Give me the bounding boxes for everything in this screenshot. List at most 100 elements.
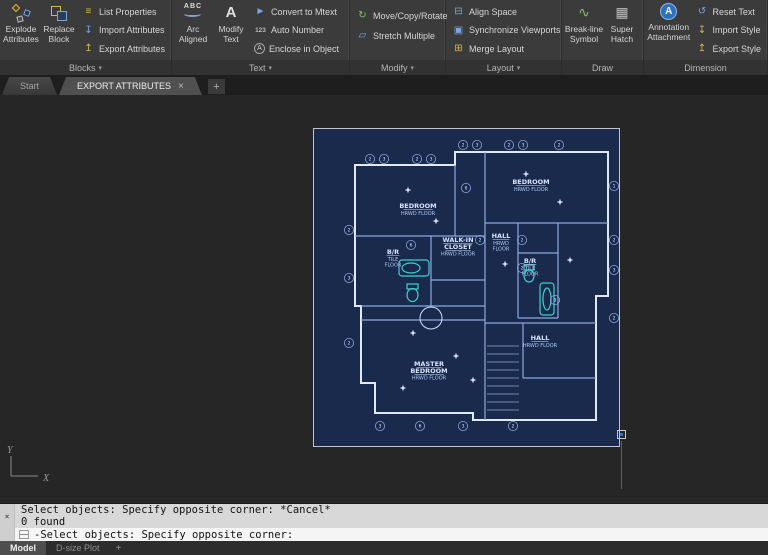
tab-export-attributes[interactable]: EXPORT ATTRIBUTES × (59, 77, 202, 95)
auto-number-icon: 123 (254, 24, 267, 37)
merge-layout-label: Merge Layout (469, 44, 524, 54)
explode-attributes-button[interactable]: Explode Attributes (2, 1, 40, 59)
enclose-in-object-button[interactable]: A Enclose in Object (252, 41, 341, 56)
stretch-multiple-button[interactable]: ▱ Stretch Multiple (354, 28, 450, 43)
import-attributes-button[interactable]: ↧ Import Attributes (80, 23, 167, 38)
svg-text:HRWD FLOOR: HRWD FLOOR (441, 252, 476, 258)
reset-text-label: Reset Text (712, 7, 754, 17)
enclose-in-object-label: Enclose in Object (269, 44, 339, 54)
svg-text:3: 3 (522, 143, 525, 149)
annotation-attachment-label-2: Attachment (647, 33, 690, 43)
align-space-button[interactable]: ⊟ Align Space (450, 4, 562, 19)
annotation-attachment-button[interactable]: A Annotation Attachment (646, 1, 691, 59)
svg-text:BEDROOM: BEDROOM (399, 202, 436, 210)
panel-label-modify-text: Modify (381, 63, 408, 73)
panel-label-draw-text: Draw (592, 63, 613, 73)
command-history-line-2: 0 found (21, 516, 768, 528)
svg-text:HALL: HALL (492, 232, 511, 240)
svg-text:FLOOR: FLOOR (385, 262, 402, 268)
list-properties-button[interactable]: ≡ List Properties (80, 4, 167, 19)
merge-layout-button[interactable]: ⊞ Merge Layout (450, 41, 562, 56)
ribbon-panel-modify: ↻ Move/Copy/Rotate ▱ Stretch Multiple Mo… (350, 0, 446, 75)
crosshair-line (621, 441, 622, 489)
svg-text:FLOOR: FLOOR (493, 246, 510, 252)
panel-label-draw[interactable]: Draw (562, 60, 643, 75)
move-copy-rotate-button[interactable]: ↻ Move/Copy/Rotate (354, 8, 450, 23)
stretch-multiple-label: Stretch Multiple (373, 31, 435, 41)
list-properties-label: List Properties (99, 7, 157, 17)
command-input-row[interactable]: -Select objects: Specify opposite corner… (15, 528, 768, 541)
svg-text:HRWD FLOOR: HRWD FLOOR (514, 187, 549, 193)
svg-text:2: 2 (508, 143, 511, 149)
modify-text-button[interactable]: A Modify Text (212, 1, 250, 59)
drawing-area[interactable]: BEDROOMHRWD FLOORBEDROOMHRWD FLOORWALK-I… (0, 95, 768, 503)
reset-text-button[interactable]: ↺ Reset Text (693, 4, 763, 19)
panel-label-blocks[interactable]: Blocks ▾ (0, 60, 171, 75)
arc-text-icon: ABC (184, 3, 202, 23)
synchronize-viewports-button[interactable]: ▣ Synchronize Viewports (450, 23, 562, 38)
new-layout-button[interactable]: + (110, 541, 128, 555)
export-style-button[interactable]: ↥ Export Style (693, 41, 763, 56)
enclosed-a-icon: A (254, 43, 265, 54)
breakline-label-2: Symbol (570, 35, 598, 45)
selection-pickbox (617, 430, 626, 439)
command-prompt-icon (19, 530, 29, 539)
explode-attributes-label-2: Attributes (3, 35, 39, 45)
breakline-symbol-button[interactable]: ∿ Break-line Symbol (564, 1, 604, 59)
panel-label-text[interactable]: Text ▾ (172, 60, 349, 75)
layout-tab-dsize-plot[interactable]: D-size Plot (46, 541, 110, 555)
panel-label-modify[interactable]: Modify ▾ (350, 60, 445, 75)
panel-label-blocks-text: Blocks (69, 63, 96, 73)
export-attributes-button[interactable]: ↥ Export Attributes (80, 41, 167, 56)
tab-export-attributes-label: EXPORT ATTRIBUTES (77, 81, 171, 91)
convert-to-mtext-button[interactable]: ► Convert to Mtext (252, 4, 341, 19)
replace-block-button[interactable]: Replace Block (40, 1, 78, 59)
svg-text:6: 6 (465, 186, 468, 192)
stretch-multiple-icon: ▱ (356, 29, 369, 42)
svg-text:HRWD FLOOR: HRWD FLOOR (412, 376, 447, 382)
panel-label-dimension[interactable]: Dimension (644, 60, 767, 75)
tab-start-label: Start (20, 81, 39, 91)
export-style-icon: ↥ (695, 42, 708, 55)
synchronize-viewports-label: Synchronize Viewports (469, 25, 560, 35)
svg-text:HRWD FLOOR: HRWD FLOOR (401, 211, 436, 217)
export-attributes-label: Export Attributes (99, 44, 165, 54)
svg-text:BEDROOM: BEDROOM (410, 367, 447, 375)
svg-text:BEDROOM: BEDROOM (512, 178, 549, 186)
letter-a-icon: A (226, 3, 237, 23)
align-space-label: Align Space (469, 7, 517, 17)
panel-expand-arrow: ▾ (517, 64, 521, 72)
arc-aligned-button[interactable]: ABC Arc Aligned (174, 1, 212, 59)
svg-text:2: 2 (521, 266, 524, 272)
ribbon-panel-text: ABC Arc Aligned A Modify Text ► Convert … (172, 0, 350, 75)
svg-text:2: 2 (348, 341, 351, 347)
panel-label-dimension-text: Dimension (684, 63, 727, 73)
new-drawing-tab-button[interactable]: + (208, 79, 225, 94)
command-close-button[interactable]: × (0, 504, 15, 541)
panel-label-layout[interactable]: Layout ▾ (446, 60, 561, 75)
command-history-line-1: Select objects: Specify opposite corner:… (21, 504, 768, 516)
replace-block-icon (49, 3, 69, 23)
import-style-button[interactable]: ↧ Import Style (693, 23, 763, 38)
move-copy-rotate-label: Move/Copy/Rotate (373, 11, 448, 21)
model-tab[interactable]: Model (0, 541, 46, 555)
ucs-icon: Y X (2, 443, 58, 485)
svg-text:2: 2 (558, 143, 561, 149)
floor-plan-viewport[interactable]: BEDROOMHRWD FLOORBEDROOMHRWD FLOORWALK-I… (313, 128, 620, 447)
tab-close-icon[interactable]: × (178, 81, 184, 92)
plan-sheet-border (314, 129, 620, 447)
svg-text:3: 3 (348, 276, 351, 282)
svg-text:2: 2 (512, 424, 515, 430)
svg-text:3: 3 (379, 424, 382, 430)
svg-text:6: 6 (410, 243, 413, 249)
auto-number-button[interactable]: 123 Auto Number (252, 23, 341, 38)
super-hatch-button[interactable]: ▦ Super Hatch (604, 1, 640, 59)
command-input-text[interactable]: -Select objects: Specify opposite corner… (34, 529, 293, 541)
svg-text:2: 2 (416, 157, 419, 163)
tab-start[interactable]: Start (2, 77, 57, 95)
modify-text-label-2: Text (223, 35, 239, 45)
move-copy-rotate-icon: ↻ (356, 9, 369, 22)
export-attributes-icon: ↥ (82, 42, 95, 55)
ribbon: Explode Attributes Replace Block ≡ List … (0, 0, 768, 75)
ribbon-panel-draw: ∿ Break-line Symbol ▦ Super Hatch Draw (562, 0, 644, 75)
